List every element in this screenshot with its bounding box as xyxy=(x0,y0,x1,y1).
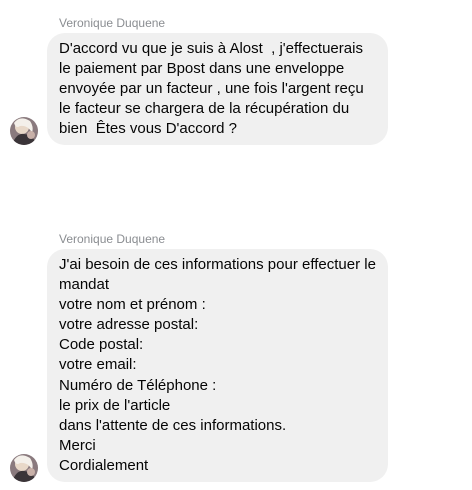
sender-name: Veronique Duquene xyxy=(59,232,166,246)
avatar[interactable] xyxy=(10,454,38,482)
avatar-photo-icon xyxy=(10,454,38,482)
sender-name: Veronique Duquene xyxy=(59,16,166,30)
message-bubble[interactable]: J'ai besoin de ces informations pour eff… xyxy=(47,249,388,482)
message-bubble[interactable]: D'accord vu que je suis à Alost , j'effe… xyxy=(47,33,388,145)
avatar[interactable] xyxy=(10,117,38,145)
avatar-photo-icon xyxy=(10,117,38,145)
